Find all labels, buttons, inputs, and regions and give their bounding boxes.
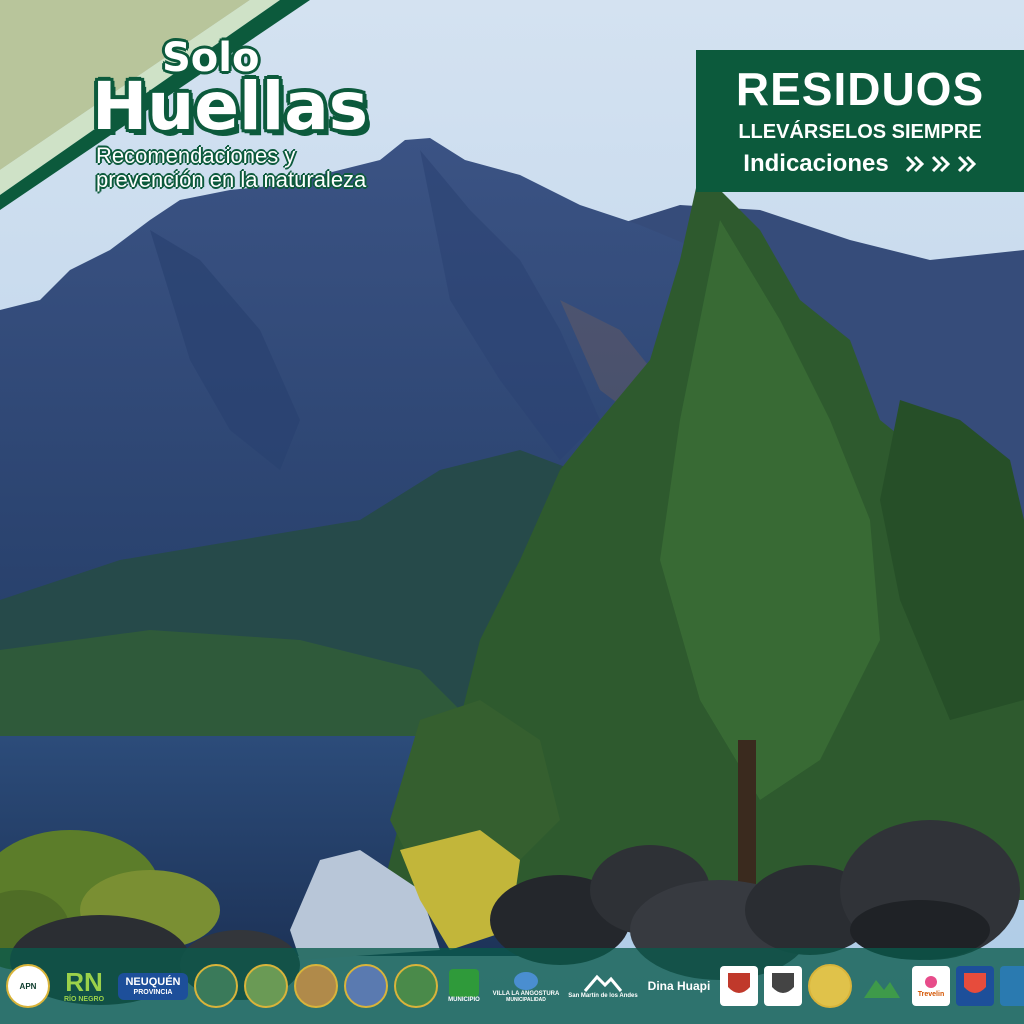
shield-2-icon — [764, 966, 802, 1006]
park-emblem-5-icon — [394, 964, 438, 1008]
shield-4-icon — [956, 966, 994, 1006]
dina-huapi-label: Dina Huapi — [647, 979, 711, 993]
panel-title: RESIDUOS — [735, 63, 985, 115]
sponsor-footer: APN RN RÍO NEGRO NEUQUÉN PROVINCIA MUNIC… — [0, 948, 1024, 1024]
indicaciones-link[interactable]: Indicaciones — [696, 150, 1024, 178]
neuquen-logo: NEUQUÉN PROVINCIA — [118, 972, 188, 1000]
brand-subtitle-line2: prevención en la naturaleza — [96, 167, 367, 192]
san-martin-logo: San Martín de los Andes — [568, 973, 638, 999]
apn-label: APN — [19, 981, 37, 991]
mountain-logo-icon — [858, 972, 906, 1000]
park-emblem-4-icon — [344, 964, 388, 1008]
brand-huellas: Huellas — [92, 68, 369, 145]
bariloche-caption: MUNICIPIO — [448, 997, 480, 1003]
shield-1-icon — [720, 966, 758, 1006]
neuquen-caption: PROVINCIA — [133, 988, 173, 996]
villa-caption: MUNICIPALIDAD — [506, 997, 546, 1003]
neuquen-label: NEUQUÉN — [125, 975, 181, 988]
park-emblem-3-icon — [294, 964, 338, 1008]
villa-la-angostura-logo: VILLA LA ANGOSTURA MUNICIPALIDAD — [490, 969, 562, 1003]
rio-negro-mark: RN — [65, 966, 103, 997]
dina-huapi-logo: Dina Huapi — [644, 979, 714, 993]
trevelin-label: Trevelin — [917, 990, 945, 998]
park-emblem-2-icon — [244, 964, 288, 1008]
compass-icon — [1000, 966, 1024, 1006]
rio-negro-logo: RN RÍO NEGRO — [56, 969, 112, 1004]
brand-logo: Solo Huellas Recomendaciones y prevenció… — [92, 38, 412, 192]
park-emblem-1-icon — [194, 964, 238, 1008]
san-martin-label: San Martín de los Andes — [568, 993, 638, 999]
trevelin-logo: Trevelin — [912, 966, 950, 1006]
panel-subtitle: LLEVÁRSELOS SIEMPRE — [738, 121, 982, 143]
shield-3-icon — [808, 964, 852, 1008]
chevrons-right-icon — [905, 155, 977, 173]
brand-subtitle-line1: Recomendaciones y — [96, 143, 296, 168]
bariloche-logo: MUNICIPIO — [444, 969, 484, 1003]
topic-panel: RESIDUOS LLEVÁRSELOS SIEMPRE Indicacione… — [696, 50, 1024, 192]
rio-negro-caption: RÍO NEGRO — [63, 995, 105, 1003]
apn-logo: APN — [6, 964, 50, 1008]
indicaciones-label: Indicaciones — [743, 150, 889, 177]
